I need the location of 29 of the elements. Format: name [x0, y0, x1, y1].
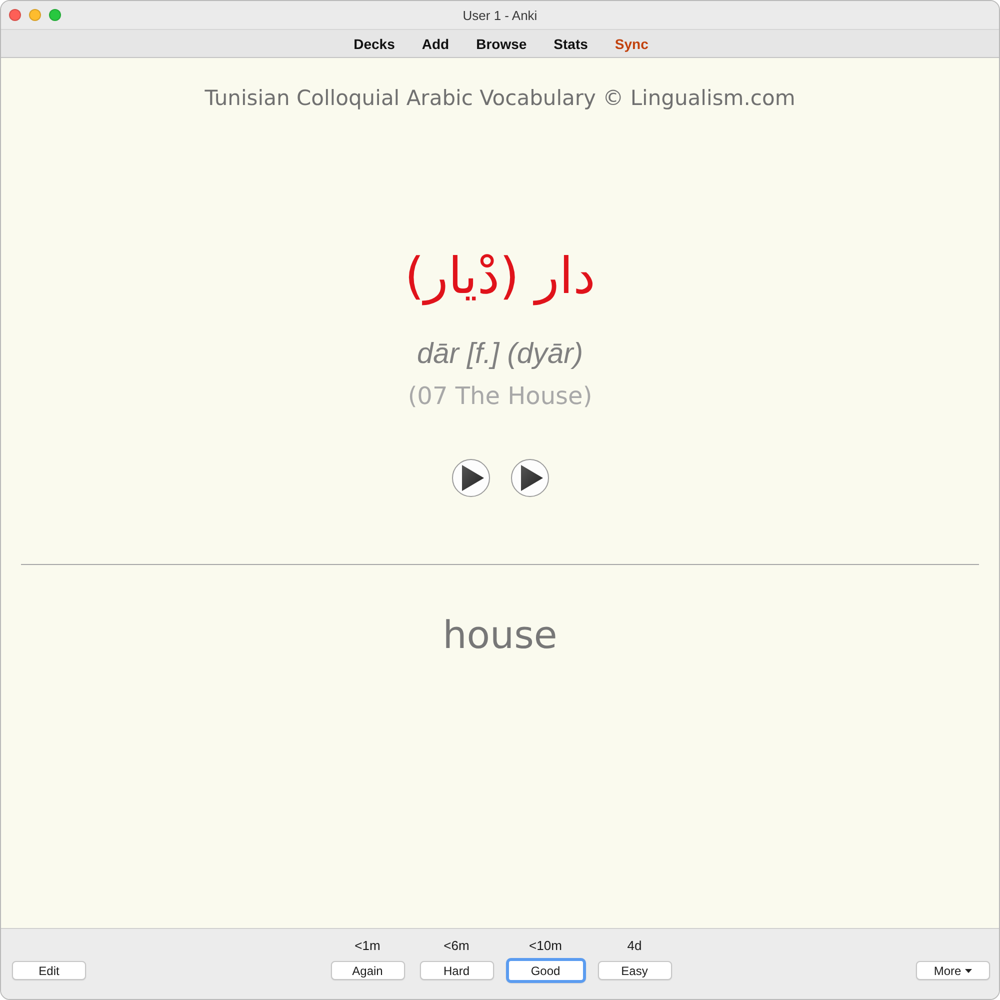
- arabic-word: دار (دْيار): [404, 246, 596, 308]
- toolbar-link[interactable]: Sync: [614, 36, 648, 52]
- minimize-button[interactable]: [29, 9, 41, 21]
- more-button[interactable]: More: [916, 961, 990, 980]
- answer-button[interactable]: Again: [330, 961, 404, 980]
- play-button[interactable]: [510, 459, 548, 497]
- toolbar-link[interactable]: Stats: [554, 36, 588, 52]
- answer-button[interactable]: Easy: [598, 961, 672, 980]
- close-button[interactable]: [9, 9, 21, 21]
- edit-button[interactable]: Edit: [12, 961, 86, 980]
- play-button[interactable]: [452, 459, 490, 497]
- toolbar-link[interactable]: Browse: [476, 36, 527, 52]
- toolbar-link[interactable]: Decks: [354, 36, 395, 52]
- deck-header: Tunisian Colloquial Arabic Vocabulary © Lingualism.com: [204, 85, 796, 112]
- answer-button[interactable]: Good: [506, 958, 586, 983]
- play-icon: [462, 465, 484, 491]
- answer-button[interactable]: Hard: [420, 961, 494, 980]
- zoom-button[interactable]: [49, 9, 61, 21]
- play-icon: [520, 465, 542, 491]
- interval-label: <6m: [444, 938, 470, 954]
- caret-icon: [965, 968, 972, 972]
- category-label: (07 The House): [408, 381, 592, 412]
- interval-label: <10m: [529, 938, 562, 954]
- transliteration: dār [f.] (dyār): [417, 337, 583, 372]
- answer-word: house: [442, 612, 558, 659]
- window-title: User 1 - Anki: [462, 8, 538, 22]
- interval-label: 4d: [627, 938, 642, 954]
- toolbar-link[interactable]: Add: [422, 36, 450, 52]
- interval-label: <1m: [354, 938, 380, 954]
